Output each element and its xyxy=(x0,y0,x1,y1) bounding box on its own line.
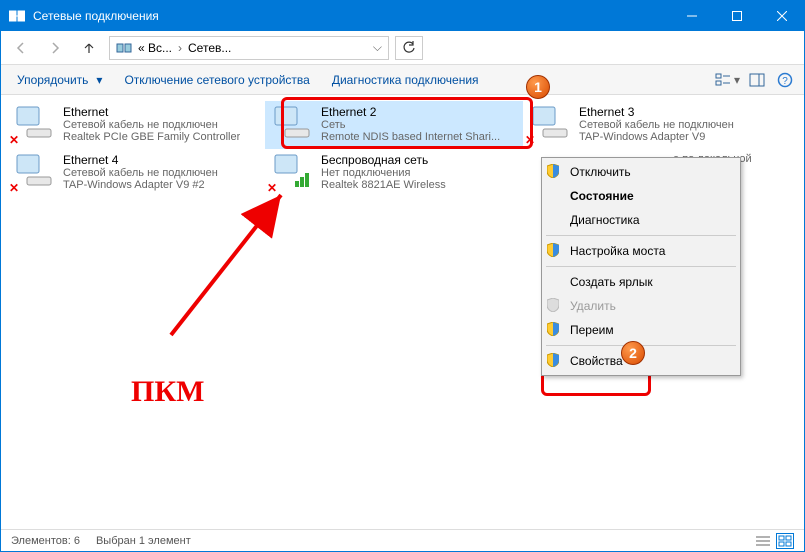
view-button[interactable]: ▾ xyxy=(712,69,740,91)
ctx-diagnose[interactable]: Диагностика xyxy=(542,208,740,232)
shield-icon xyxy=(547,164,563,180)
shield-icon xyxy=(547,243,563,259)
disconnected-icon: ✕ xyxy=(9,133,19,147)
status-bar: Элементов: 6 Выбран 1 элемент xyxy=(1,529,804,551)
shield-icon xyxy=(547,298,563,314)
close-button[interactable] xyxy=(759,1,804,31)
annotation-balloon-1: 1 xyxy=(526,75,550,99)
annotation-balloon-2: 2 xyxy=(621,341,645,365)
shield-icon xyxy=(547,322,563,338)
network-icon xyxy=(116,40,132,56)
connection-ethernet-4[interactable]: ✕ Ethernet 4 Сетевой кабель не подключен… xyxy=(7,149,265,197)
ctx-bridge[interactable]: Настройка моста xyxy=(542,239,740,263)
wifi-adapter-icon: ✕ xyxy=(271,153,315,193)
disconnected-icon: ✕ xyxy=(525,133,535,147)
connection-device: Realtek 8821AE Wireless xyxy=(321,179,446,191)
annotation-label-pkm: ПКМ xyxy=(131,375,204,409)
shield-icon xyxy=(547,353,563,369)
help-button[interactable]: ? xyxy=(774,69,796,91)
breadcrumb-1[interactable]: « Вс... xyxy=(138,41,172,55)
connection-wireless[interactable]: ✕ Беспроводная сеть Нет подключения Real… xyxy=(265,149,523,197)
back-button[interactable] xyxy=(7,36,35,60)
connection-name: Ethernet xyxy=(63,105,240,119)
network-adapter-icon: ✕ xyxy=(13,153,57,193)
network-adapter-icon: ✕ xyxy=(13,105,57,145)
address-bar: « Вс... › Сетев... ⌵ xyxy=(1,31,804,65)
disconnected-icon: ✕ xyxy=(267,181,277,195)
connection-name: Беспроводная сеть xyxy=(321,153,446,167)
breadcrumb-2[interactable]: Сетев... xyxy=(188,41,231,55)
disable-device-button[interactable]: Отключение сетевого устройства xyxy=(116,70,317,90)
ctx-disable[interactable]: Отключить xyxy=(542,160,740,184)
disconnected-icon: ✕ xyxy=(9,181,19,195)
svg-text:?: ? xyxy=(782,76,788,87)
status-count: Элементов: 6 xyxy=(11,535,80,547)
ctx-delete: Удалить xyxy=(542,294,740,318)
network-adapter-icon: ✕ xyxy=(529,105,573,145)
diagnose-button[interactable]: Диагностика подключения xyxy=(324,70,487,90)
chevron-down-icon: ▾ xyxy=(96,73,102,87)
connection-device: Remote NDIS based Internet Shari... xyxy=(321,131,500,143)
view-details-button[interactable] xyxy=(754,533,772,549)
network-adapter-icon xyxy=(271,105,315,145)
connection-name: Ethernet 3 xyxy=(579,105,734,119)
title-buttons xyxy=(669,1,804,31)
connection-name: Ethernet 4 xyxy=(63,153,218,167)
app-icon xyxy=(9,8,25,24)
maximize-button[interactable] xyxy=(714,1,759,31)
window: Сетевые подключения « Вс... › Сетев... ⌵… xyxy=(0,0,805,552)
view-large-icons-button[interactable] xyxy=(776,533,794,549)
chevron-right-icon: › xyxy=(178,41,182,55)
address-box[interactable]: « Вс... › Сетев... ⌵ xyxy=(109,36,389,60)
minimize-button[interactable] xyxy=(669,1,714,31)
separator xyxy=(546,235,736,236)
connection-ethernet-3[interactable]: ✕ Ethernet 3 Сетевой кабель не подключен… xyxy=(523,101,781,149)
connection-name: Ethernet 2 xyxy=(321,105,500,119)
forward-button[interactable] xyxy=(41,36,69,60)
up-button[interactable] xyxy=(75,36,103,60)
ctx-rename[interactable]: Переим xyxy=(542,318,740,342)
connection-device: TAP-Windows Adapter V9 #2 xyxy=(63,179,218,191)
ctx-status[interactable]: Состояние xyxy=(542,184,740,208)
status-selected: Выбран 1 элемент xyxy=(96,535,191,547)
window-title: Сетевые подключения xyxy=(33,9,669,23)
refresh-button[interactable] xyxy=(395,36,423,60)
connection-ethernet[interactable]: ✕ Ethernet Сетевой кабель не подключен R… xyxy=(7,101,265,149)
connection-status: Сетевой кабель не подключен xyxy=(63,167,218,179)
connection-device: Realtek PCIe GBE Family Controller xyxy=(63,131,240,143)
connection-ethernet-2[interactable]: Ethernet 2 Сеть Remote NDIS based Intern… xyxy=(265,101,523,149)
organize-button[interactable]: Упорядочить▾ xyxy=(9,70,110,90)
connection-status: Сетевой кабель не подключен xyxy=(579,119,734,131)
chevron-down-icon[interactable]: ⌵ xyxy=(373,40,382,55)
titlebar: Сетевые подключения xyxy=(1,1,804,31)
toolbar: Упорядочить▾ Отключение сетевого устройс… xyxy=(1,65,804,95)
separator xyxy=(546,266,736,267)
connection-status: Сеть xyxy=(321,119,500,131)
connection-status: Сетевой кабель не подключен xyxy=(63,119,240,131)
connection-device: TAP-Windows Adapter V9 xyxy=(579,131,734,143)
content-area: ✕ Ethernet Сетевой кабель не подключен R… xyxy=(1,95,804,529)
connection-status: Нет подключения xyxy=(321,167,446,179)
preview-pane-button[interactable] xyxy=(746,69,768,91)
ctx-shortcut[interactable]: Создать ярлык xyxy=(542,270,740,294)
